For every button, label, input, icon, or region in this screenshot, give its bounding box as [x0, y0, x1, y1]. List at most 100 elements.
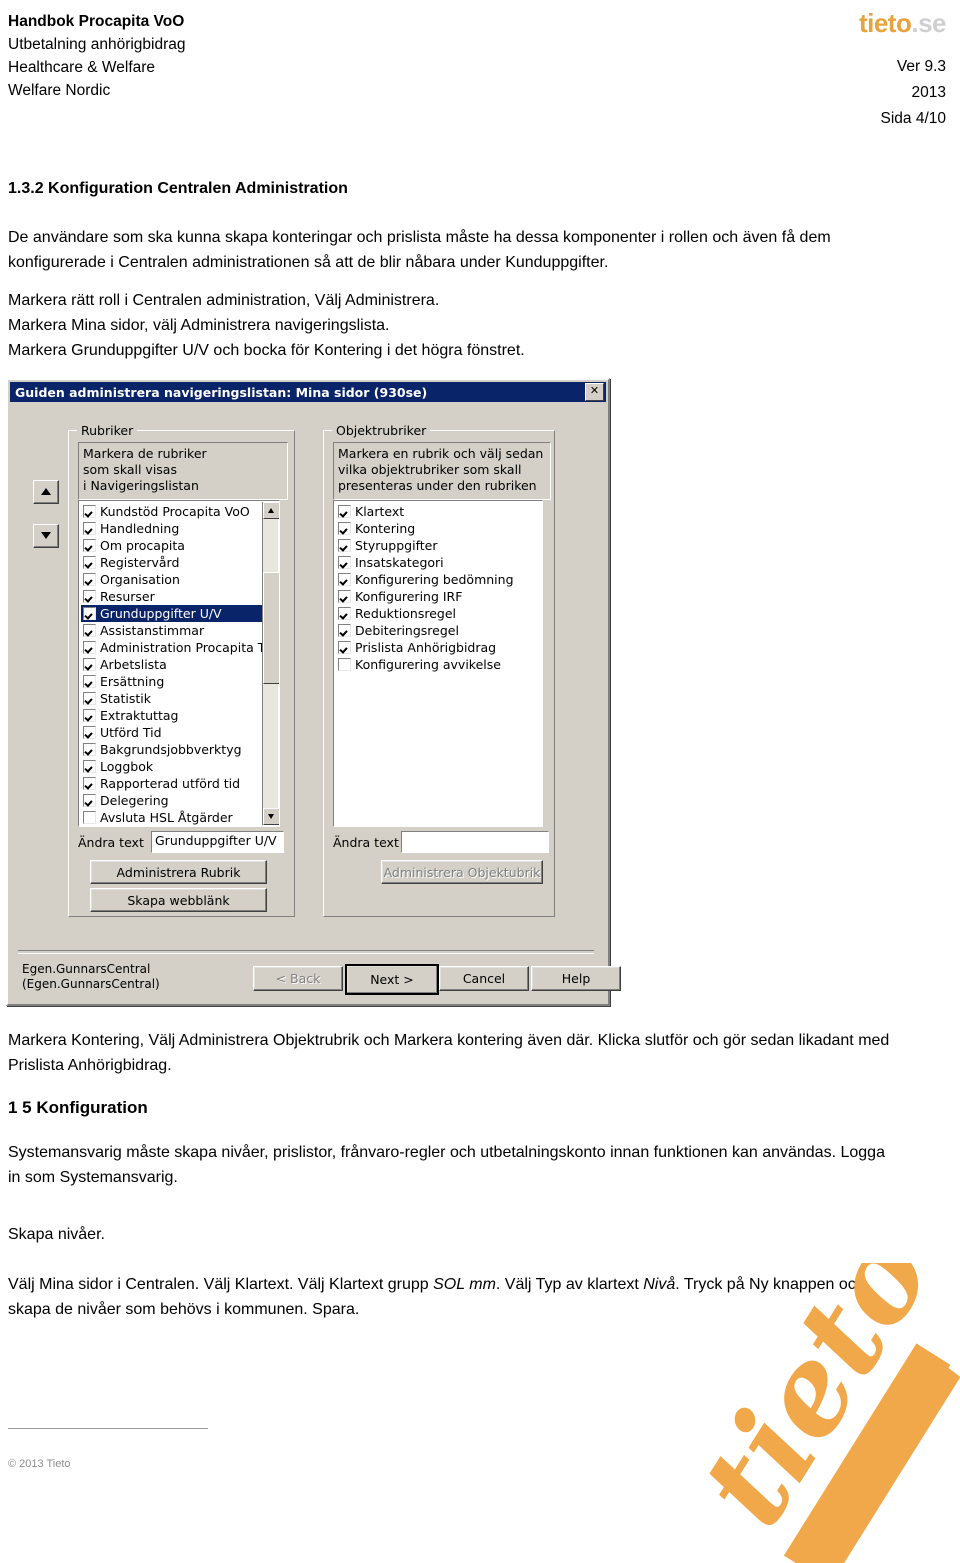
list-item[interactable]: Styruppgifter	[336, 537, 539, 554]
objektrubriker-info-box: Markera en rubrik och välj sedan vilka o…	[333, 442, 551, 500]
list-item-label: Klartext	[355, 504, 405, 519]
header-line-4: Welfare Nordic	[8, 82, 111, 99]
list-item[interactable]: Utförd Tid	[81, 724, 263, 741]
checkbox-icon[interactable]	[83, 624, 96, 637]
objektrubriker-listbox[interactable]: Klartext Kontering Styruppgifter Insatskate…	[333, 500, 543, 827]
list-item[interactable]: Assistanstimmar	[81, 622, 263, 639]
checkbox-icon[interactable]	[83, 709, 96, 722]
list-item[interactable]: Ersättning	[81, 673, 263, 690]
checkbox-icon[interactable]	[83, 658, 96, 671]
checkbox-icon[interactable]	[338, 522, 351, 535]
administrera-objektubrik-button[interactable]: Administrera Objektubrik	[381, 860, 543, 884]
list-item[interactable]: Statistik	[81, 690, 263, 707]
checkbox-icon[interactable]	[83, 556, 96, 569]
list-item[interactable]: Avsluta HSL Åtgärder	[81, 809, 263, 826]
move-down-button[interactable]	[33, 524, 59, 548]
dialog-title: Guiden administrera navigeringslistan: M…	[15, 384, 428, 400]
checkbox-icon[interactable]	[83, 743, 96, 756]
list-item[interactable]: Arbetslista	[81, 656, 263, 673]
checkbox-icon[interactable]	[83, 692, 96, 705]
objektrubriker-info-line-3: presenteras under den rubriken	[338, 478, 537, 493]
list-item[interactable]: Administration Procapita Text	[81, 639, 279, 656]
checkbox-icon[interactable]	[338, 573, 351, 586]
list-item[interactable]: Organisation	[81, 571, 263, 588]
checkbox-icon[interactable]	[83, 777, 96, 790]
checkbox-icon[interactable]	[338, 539, 351, 552]
rubriker-scrollbar[interactable]	[262, 502, 279, 825]
list-item[interactable]: Konfigurering bedömning	[336, 571, 539, 588]
checkbox-icon[interactable]	[83, 573, 96, 586]
list-item[interactable]: Reduktionsregel	[336, 605, 539, 622]
document-page: Handbok Procapita VoO Utbetalning anhöri…	[0, 0, 960, 1563]
back-button[interactable]: < Back	[253, 966, 343, 991]
instruction-line-3: Markera Grunduppgifter U/V och bocka för…	[8, 342, 525, 359]
list-item-label: Organisation	[100, 572, 180, 587]
checkbox-icon[interactable]	[338, 505, 351, 518]
scroll-down-button[interactable]	[263, 808, 279, 825]
help-button[interactable]: Help	[531, 966, 621, 991]
klartext-part-b: . Välj Typ av klartext	[495, 1276, 644, 1293]
list-item-label: Om procapita	[100, 538, 185, 553]
list-item[interactable]: Om procapita	[81, 537, 263, 554]
checkbox-icon[interactable]	[83, 726, 96, 739]
list-item[interactable]: Konfigurering IRF	[336, 588, 539, 605]
checkbox-icon[interactable]	[83, 607, 96, 620]
checkbox-icon[interactable]	[338, 624, 351, 637]
list-item[interactable]: Konfigurering avvikelse	[336, 656, 539, 673]
rubriker-listbox[interactable]: Kundstöd Procapita VoO Handledning Om proc…	[78, 500, 280, 827]
list-item[interactable]: Handledning	[81, 520, 263, 537]
checkbox-icon[interactable]	[83, 539, 96, 552]
list-item[interactable]: Klartext	[336, 503, 539, 520]
scroll-thumb[interactable]	[263, 572, 279, 684]
checkbox-icon[interactable]	[338, 658, 351, 671]
checkbox-icon[interactable]	[338, 607, 351, 620]
right-edit-text-input[interactable]	[401, 831, 549, 853]
list-item[interactable]: Kundstöd Procapita VoO	[81, 503, 263, 520]
checkbox-icon[interactable]	[338, 556, 351, 569]
dialog-titlebar: Guiden administrera navigeringslistan: M…	[10, 382, 606, 402]
list-item-label: Bakgrundsjobbverktyg	[100, 742, 242, 757]
checkbox-icon[interactable]	[83, 641, 96, 654]
list-item-label: Handledning	[100, 521, 180, 536]
close-icon[interactable]: ✕	[585, 383, 604, 401]
list-item[interactable]: Insatskategori	[336, 554, 539, 571]
page-number-label: Sida 4/10	[880, 110, 947, 127]
checkbox-icon[interactable]	[83, 675, 96, 688]
checkbox-icon[interactable]	[83, 794, 96, 807]
logo-word: tieto	[858, 8, 912, 38]
list-item[interactable]: Delegering	[81, 792, 263, 809]
tieto-logo: tieto.se	[858, 8, 947, 39]
list-item[interactable]: Grunduppgifter U/V	[81, 605, 263, 622]
checkbox-icon[interactable]	[338, 641, 351, 654]
list-item[interactable]: Bakgrundsjobbverktyg	[81, 741, 263, 758]
scroll-up-button[interactable]	[263, 502, 279, 519]
list-item-label: Styruppgifter	[355, 538, 438, 553]
administrera-rubrik-button[interactable]: Administrera Rubrik	[90, 860, 267, 884]
list-item[interactable]: Loggbok	[81, 758, 263, 775]
list-item-label: Arbetslista	[100, 657, 167, 672]
list-item[interactable]: Registervård	[81, 554, 263, 571]
left-edit-text-input[interactable]: Grunduppgifter U/V	[151, 831, 284, 853]
objektrubriker-list-items[interactable]: Klartext Kontering Styruppgifter Insatskate…	[336, 503, 539, 673]
navigation-wizard-dialog: Guiden administrera navigeringslistan: M…	[6, 378, 621, 1006]
checkbox-icon[interactable]	[338, 590, 351, 603]
checkbox-icon[interactable]	[83, 522, 96, 535]
cancel-button[interactable]: Cancel	[439, 966, 529, 991]
list-item[interactable]: Rapporterad utförd tid	[81, 775, 263, 792]
list-item[interactable]: Resurser	[81, 588, 263, 605]
checkbox-icon[interactable]	[83, 590, 96, 603]
checkbox-icon[interactable]	[83, 811, 96, 824]
move-up-button[interactable]	[33, 480, 59, 504]
rubriker-group-title: Rubriker	[77, 423, 138, 438]
checkbox-icon[interactable]	[83, 505, 96, 518]
list-item-label: Avsluta HSL Åtgärder	[100, 810, 233, 825]
skapa-webblank-button[interactable]: Skapa webblänk	[90, 888, 267, 912]
checkbox-icon[interactable]	[83, 760, 96, 773]
list-item-label: Kontering	[355, 521, 416, 536]
rubriker-list-items[interactable]: Kundstöd Procapita VoO Handledning Om proc…	[81, 503, 279, 826]
list-item[interactable]: Debiteringsregel	[336, 622, 539, 639]
list-item[interactable]: Kontering	[336, 520, 539, 537]
list-item[interactable]: Extraktuttag	[81, 707, 263, 724]
list-item[interactable]: Prislista Anhörigbidrag	[336, 639, 539, 656]
next-button[interactable]: Next >	[345, 964, 439, 995]
